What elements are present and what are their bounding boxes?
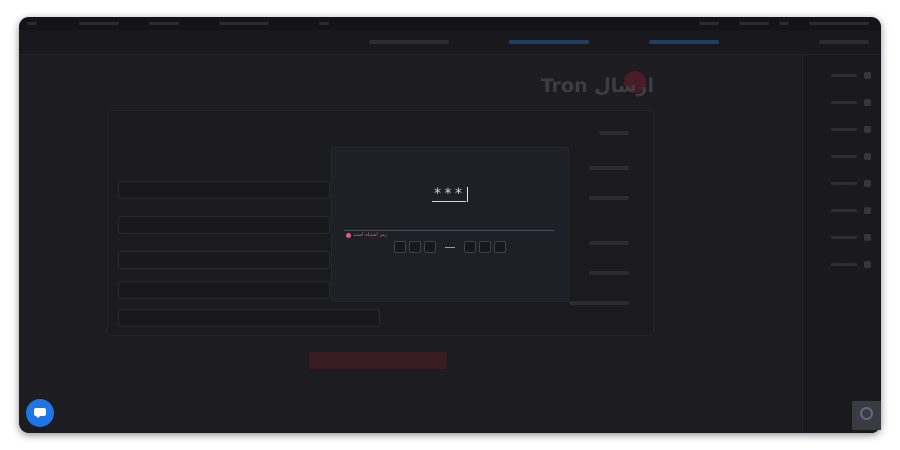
password-modal: *** رمز اشتباه است: [332, 148, 568, 301]
otp-digit-box[interactable]: [464, 241, 476, 253]
text-caret: [466, 186, 468, 202]
otp-digit-box[interactable]: [479, 241, 491, 253]
otp-separator: [445, 246, 455, 248]
otp-digit-box[interactable]: [409, 241, 421, 253]
recaptcha-badge[interactable]: [852, 401, 881, 430]
error-indicator: رمز اشتباه است: [346, 230, 387, 240]
app-window: ارسال Tron *** رمز اشتباه است: [19, 17, 881, 433]
otp-input-group: [332, 240, 568, 254]
chat-support-button[interactable]: [26, 399, 54, 427]
error-dot-icon: [346, 232, 351, 238]
otp-digit-box[interactable]: [394, 241, 406, 253]
password-input[interactable]: ***: [332, 184, 568, 204]
error-message: رمز اشتباه است: [353, 232, 388, 238]
otp-digit-box[interactable]: [494, 241, 506, 253]
otp-digit-box[interactable]: [424, 241, 436, 253]
recaptcha-icon: [860, 407, 873, 420]
password-value: ***: [432, 186, 466, 202]
